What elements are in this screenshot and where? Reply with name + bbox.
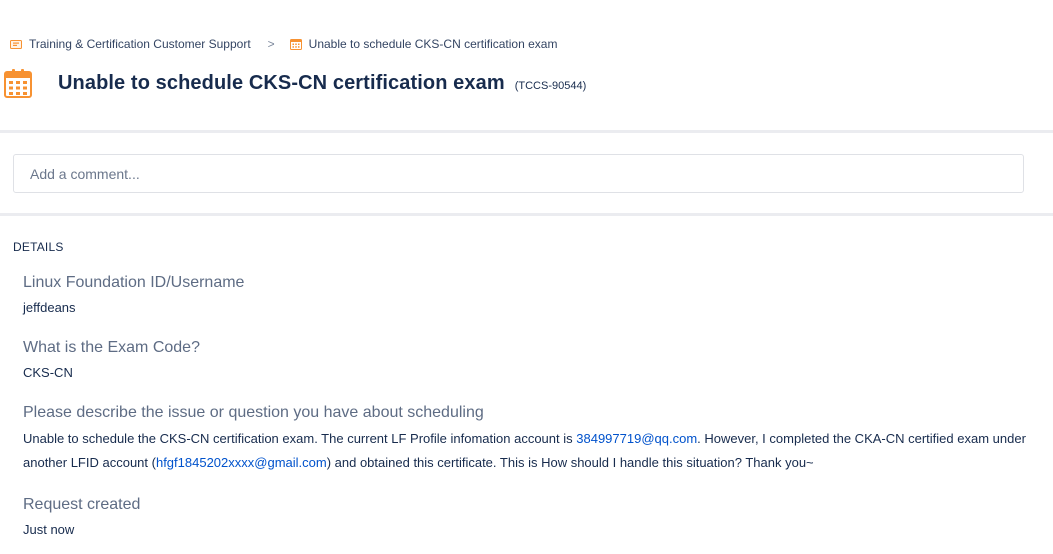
email-link[interactable]: 384997719@qq.com	[576, 431, 697, 446]
field-label: Request created	[23, 496, 141, 513]
field-value: Unable to schedule the CKS-CN certificat…	[23, 427, 1033, 475]
field-request-created: Request created Just now	[23, 495, 1033, 542]
breadcrumb-project-link[interactable]: Training & Certification Customer Suppor…	[29, 37, 251, 51]
description-text: Unable to schedule the CKS-CN certificat…	[23, 431, 577, 446]
calendar-icon	[289, 39, 302, 50]
breadcrumb-current-link[interactable]: Unable to schedule CKS-CN certification …	[309, 37, 558, 51]
header-divider	[0, 130, 1053, 133]
email-link[interactable]: hfgf1845202xxxx@gmail.com	[156, 455, 327, 470]
comment-placeholder: Add a comment...	[30, 165, 140, 182]
field-lf-username: Linux Foundation ID/Username jeffdeans	[23, 273, 1033, 320]
field-value: CKS-CN	[23, 365, 73, 380]
breadcrumb-item-current[interactable]: Unable to schedule CKS-CN certification …	[289, 37, 558, 51]
request-page: Training & Certification Customer Suppor…	[0, 0, 1053, 554]
field-value: jeffdeans	[23, 300, 76, 315]
description-text: ) and obtained this certificate. This is…	[326, 455, 814, 470]
field-issue-description: Please describe the issue or question yo…	[23, 403, 1033, 475]
briefcase-icon	[10, 40, 22, 49]
breadcrumb-separator: >	[267, 37, 275, 51]
comment-divider	[0, 213, 1053, 216]
breadcrumb-item-project[interactable]: Training & Certification Customer Suppor…	[10, 37, 251, 51]
add-comment-input[interactable]: Add a comment...	[13, 154, 1024, 193]
details-heading: DETAILS	[13, 240, 64, 254]
page-title: Unable to schedule CKS-CN certification …	[58, 71, 505, 94]
issue-key: (TCCS-90544)	[514, 80, 587, 92]
field-label: Linux Foundation ID/Username	[23, 274, 245, 291]
title-row: Unable to schedule CKS-CN certification …	[4, 68, 586, 98]
breadcrumb: Training & Certification Customer Suppor…	[10, 37, 557, 51]
field-label: Please describe the issue or question yo…	[23, 404, 484, 421]
calendar-icon	[4, 69, 32, 98]
field-exam-code: What is the Exam Code? CKS-CN	[23, 338, 1033, 385]
field-label: What is the Exam Code?	[23, 339, 200, 356]
field-value: Just now	[23, 522, 75, 537]
